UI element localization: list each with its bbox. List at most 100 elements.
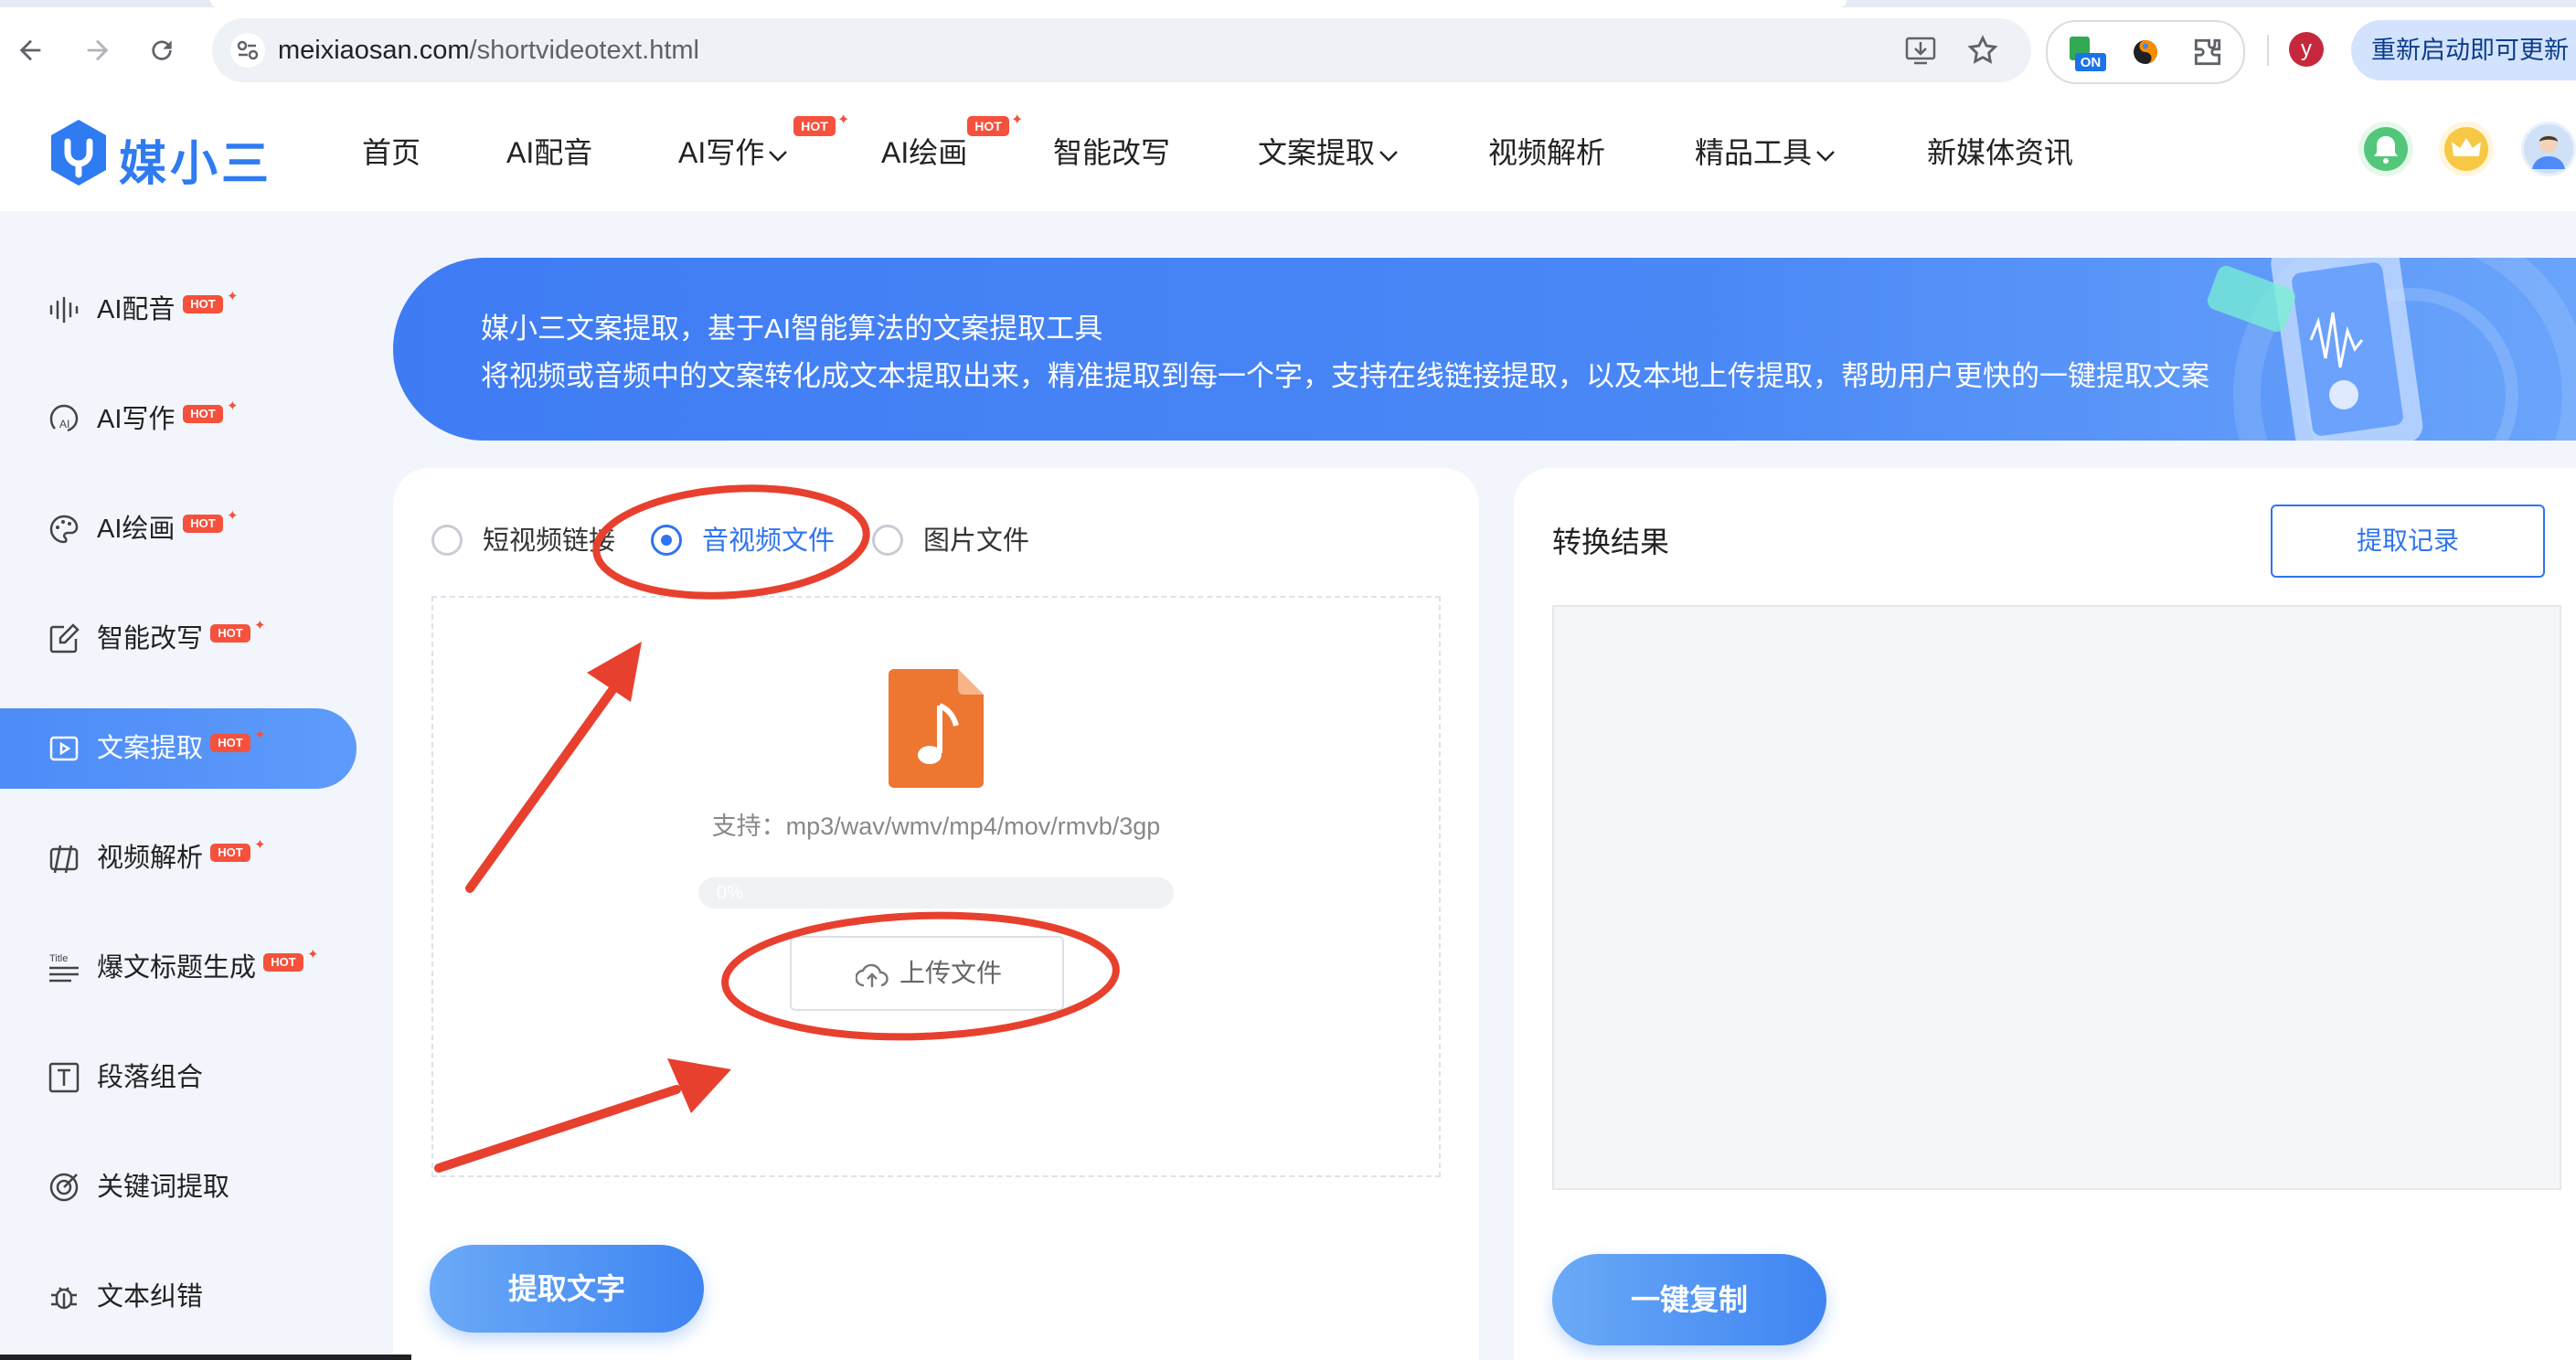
bug-icon <box>51 1287 77 1310</box>
sidebar-item-label: AI绘画 <box>97 515 176 544</box>
sparkle-icon: ✦ <box>1011 112 1024 128</box>
sidebar-item-ai-writing[interactable]: AI AI写作 HOT ✦ <box>0 379 357 460</box>
bookmark-star-icon[interactable] <box>1965 33 2000 68</box>
sparkle-icon: ✦ <box>254 618 266 633</box>
url-host: meixiaosan.com <box>278 36 470 65</box>
hot-badge: HOT <box>210 844 250 862</box>
supported-formats: 支持：mp3/wav/wmv/mp4/mov/rmvb/3gp <box>711 813 1161 840</box>
radio-button[interactable] <box>651 525 682 556</box>
copy-all-button[interactable]: 一键复制 <box>1552 1254 1826 1345</box>
url-path: /shortvideotext.html <box>469 36 699 65</box>
nav-video-parse[interactable]: 视频解析 <box>1488 94 1605 211</box>
result-textarea[interactable] <box>1552 605 2561 1190</box>
sparkle-icon: ✦ <box>254 837 266 853</box>
chevron-down-icon <box>1815 94 1836 211</box>
sidebar-item-paragraph-combine[interactable]: 段落组合 <box>0 1037 357 1118</box>
nav-text-extract[interactable]: 文案提取 <box>1258 94 1399 211</box>
waveform-icon <box>49 296 79 324</box>
svg-text:Title: Title <box>49 953 68 964</box>
video-parse-icon <box>49 845 79 874</box>
hot-badge: HOT <box>183 405 223 423</box>
nav-ai-dubbing[interactable]: AI配音 <box>506 94 592 211</box>
radio-button[interactable] <box>431 525 463 556</box>
sidebar-item-text-extract[interactable]: 文案提取 HOT ✦ <box>0 708 357 789</box>
progress-text: 0% <box>717 883 743 903</box>
radio-button[interactable] <box>872 525 903 556</box>
sidebar-item-label: 段落组合 <box>97 1063 204 1092</box>
forward-icon[interactable] <box>75 27 121 73</box>
sparkle-icon: ✦ <box>227 398 239 414</box>
sidebar-item-label: 视频解析 <box>97 844 204 873</box>
back-icon[interactable] <box>7 27 53 73</box>
nav-home[interactable]: 首页 <box>362 94 420 211</box>
chevron-down-icon <box>1378 94 1399 211</box>
install-app-icon[interactable] <box>1903 33 1938 68</box>
sparkle-icon: ✦ <box>254 728 266 743</box>
user-avatar[interactable] <box>2521 122 2576 176</box>
sidebar-item-video-parse[interactable]: 视频解析 HOT ✦ <box>0 818 357 898</box>
hot-badge: HOT <box>967 116 1009 136</box>
site-info-icon[interactable] <box>230 33 265 68</box>
active-tab[interactable] <box>210 0 1847 7</box>
sidebar: AI配音 HOT ✦ AI AI写作 HOT ✦ AI绘画 HOT ✦ 智能改写… <box>0 211 366 1360</box>
nav-smart-rewrite[interactable]: 智能改写 <box>1053 94 1170 211</box>
extensions-puzzle-icon[interactable] <box>2190 35 2225 69</box>
notification-bell-icon[interactable] <box>2358 122 2413 176</box>
hot-badge: HOT <box>183 295 223 313</box>
music-file-icon <box>889 669 984 788</box>
extension-on-icon[interactable]: ON <box>2068 35 2106 71</box>
hot-badge: HOT <box>183 515 223 533</box>
extract-history-button[interactable]: 提取记录 <box>2271 505 2545 578</box>
sidebar-item-label: 爆文标题生成 <box>97 953 257 983</box>
nav-ai-writing-label: AI写作 <box>678 136 765 169</box>
sidebar-item-smart-rewrite[interactable]: 智能改写 HOT ✦ <box>0 599 357 679</box>
sidebar-item-label: 文案提取 <box>97 734 204 763</box>
sidebar-item-ai-dubbing[interactable]: AI配音 HOT ✦ <box>0 270 357 350</box>
logo-text: 媒小三 <box>119 138 273 191</box>
sidebar-item-title-generator[interactable]: Title 爆文标题生成 HOT ✦ <box>0 928 357 1008</box>
target-icon <box>49 1173 79 1202</box>
svg-text:ON: ON <box>2081 55 2102 70</box>
nav-premium-tools-label: 精品工具 <box>1695 136 1813 169</box>
window-scroll-indicator <box>0 1355 411 1360</box>
extract-text-button[interactable]: 提取文字 <box>430 1245 704 1333</box>
sidebar-item-keyword-extract[interactable]: 关键词提取 <box>0 1147 357 1227</box>
sidebar-item-label: 文本纠错 <box>97 1282 204 1312</box>
nav-new-media-news[interactable]: 新媒体资讯 <box>1927 94 2073 211</box>
sidebar-item-label: 关键词提取 <box>97 1173 230 1202</box>
result-title: 转换结果 <box>1552 526 1670 558</box>
sparkle-icon: ✦ <box>227 289 239 304</box>
hot-badge: HOT <box>793 116 836 136</box>
sidebar-item-label: 智能改写 <box>97 624 204 653</box>
site-header: 媒小三 首页 AI配音 AI写作 HOT ✦ AI绘画 HOT ✦ 智能改写 文… <box>0 94 2576 211</box>
sidebar-item-text-correction[interactable]: 文本纠错 <box>0 1257 357 1337</box>
nav-ai-drawing[interactable]: AI绘画 <box>881 94 967 211</box>
site-logo[interactable]: 媒小三 <box>48 118 276 191</box>
upload-file-button[interactable]: 上传文件 <box>790 936 1064 1011</box>
nav-premium-tools[interactable]: 精品工具 <box>1695 94 1836 211</box>
logo-mark-icon <box>51 120 106 186</box>
extension-swirl-icon[interactable] <box>2128 35 2163 69</box>
upload-file-label: 上传文件 <box>899 959 1003 987</box>
url-text[interactable]: meixiaosan.com/shortvideotext.html <box>278 18 699 82</box>
sidebar-item-label: AI配音 <box>97 295 176 324</box>
profile-avatar[interactable]: y <box>2289 32 2324 67</box>
toolbar-divider <box>2267 35 2269 66</box>
tab-strip <box>0 0 2576 7</box>
ai-write-icon: AI <box>49 404 79 432</box>
sparkle-icon: ✦ <box>837 112 850 128</box>
text-box-icon <box>48 1062 80 1093</box>
video-text-icon <box>49 736 79 761</box>
nav-text-extract-label: 文案提取 <box>1258 136 1376 169</box>
hero-banner: 媒小三文案提取，基于AI智能算法的文案提取工具 将视频或音频中的文案转化成文本提… <box>393 258 2576 441</box>
address-bar[interactable]: meixiaosan.com/shortvideotext.html <box>212 18 2031 82</box>
sparkle-icon: ✦ <box>307 947 319 962</box>
sidebar-item-ai-drawing[interactable]: AI绘画 HOT ✦ <box>0 489 357 569</box>
banner-illustration <box>2207 258 2576 441</box>
banner-title: 媒小三文案提取，基于AI智能算法的文案提取工具 <box>481 313 1103 345</box>
hot-badge: HOT <box>210 624 250 643</box>
vip-crown-icon[interactable] <box>2439 122 2494 176</box>
nav-ai-writing[interactable]: AI写作 <box>678 94 788 211</box>
relaunch-update-button[interactable]: 重新启动即可更新 <box>2351 20 2576 80</box>
reload-icon[interactable] <box>139 27 185 73</box>
